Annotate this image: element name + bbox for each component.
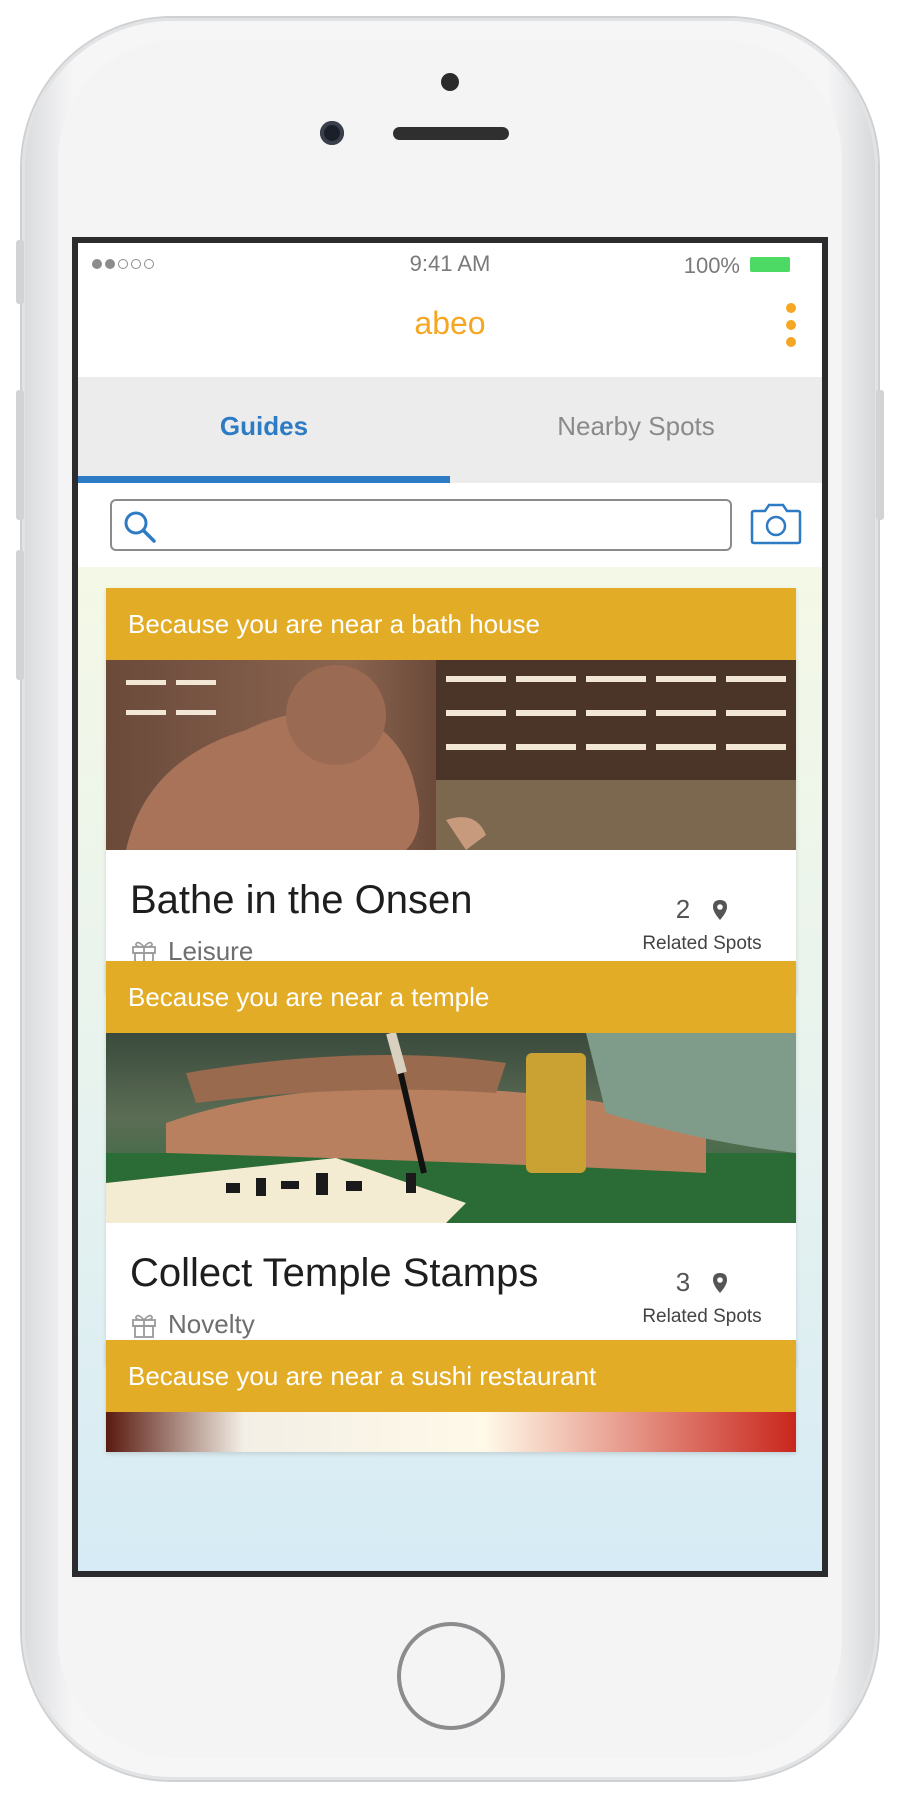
front-camera [320, 121, 344, 145]
search-icon [124, 511, 156, 543]
guide-title: Bathe in the Onsen [130, 878, 473, 922]
guide-category-label: Novelty [168, 1309, 255, 1339]
gift-icon [132, 1314, 156, 1338]
camera-icon[interactable] [750, 501, 802, 545]
volume-up-button [16, 390, 24, 520]
screen: 9:41 AM 100% abeo Guides Nearby Spots Be… [78, 243, 822, 1571]
map-pin-icon [713, 899, 728, 920]
search-row [78, 483, 822, 567]
related-spots-count: 2 [675, 894, 691, 924]
battery-percentage: 100% [683, 253, 740, 278]
mute-switch [16, 240, 24, 304]
status-bar: 9:41 AM 100% [78, 243, 822, 285]
related-spots-count: 3 [675, 1267, 691, 1297]
proximity-sensor [441, 73, 459, 91]
active-tab-indicator [78, 476, 450, 483]
guide-reason-banner: Because you are near a bath house [106, 588, 796, 660]
guide-reason-banner: Because you are near a sushi restaurant [106, 1340, 796, 1412]
guide-title: Collect Temple Stamps [130, 1251, 539, 1295]
related-spots[interactable]: 2 Related Spots [632, 894, 772, 955]
map-pin-icon [713, 1272, 728, 1293]
guide-category: Novelty [130, 1309, 255, 1340]
guide-reason-banner: Because you are near a temple [106, 961, 796, 1033]
related-spots-label: Related Spots [642, 1306, 762, 1327]
guide-image [106, 1033, 796, 1223]
battery-icon [750, 257, 790, 272]
guide-card[interactable]: Because you are near a temple Collect Te… [106, 961, 796, 1365]
guide-image [106, 660, 796, 850]
related-spots[interactable]: 3 Related Spots [632, 1267, 772, 1328]
search-box[interactable] [110, 499, 732, 551]
related-spots-label: Related Spots [642, 933, 762, 954]
volume-down-button [16, 550, 24, 680]
tab-guides[interactable]: Guides [78, 377, 450, 483]
tab-nearby-spots[interactable]: Nearby Spots [450, 377, 822, 483]
earpiece-speaker [393, 127, 509, 140]
app-title: abeo [414, 305, 486, 341]
guide-image [106, 1412, 796, 1452]
guide-list: Because you are near a bath house Bathe … [78, 567, 822, 1571]
guide-card[interactable]: Because you are near a sushi restaurant [106, 1340, 796, 1452]
home-button[interactable] [397, 1622, 505, 1730]
guide-card[interactable]: Because you are near a bath house Bathe … [106, 588, 796, 992]
more-options-icon[interactable] [786, 303, 796, 347]
app-bar: abeo [78, 285, 822, 365]
power-button [876, 390, 884, 520]
search-input[interactable] [168, 507, 722, 545]
tab-bar: Guides Nearby Spots [78, 377, 822, 483]
